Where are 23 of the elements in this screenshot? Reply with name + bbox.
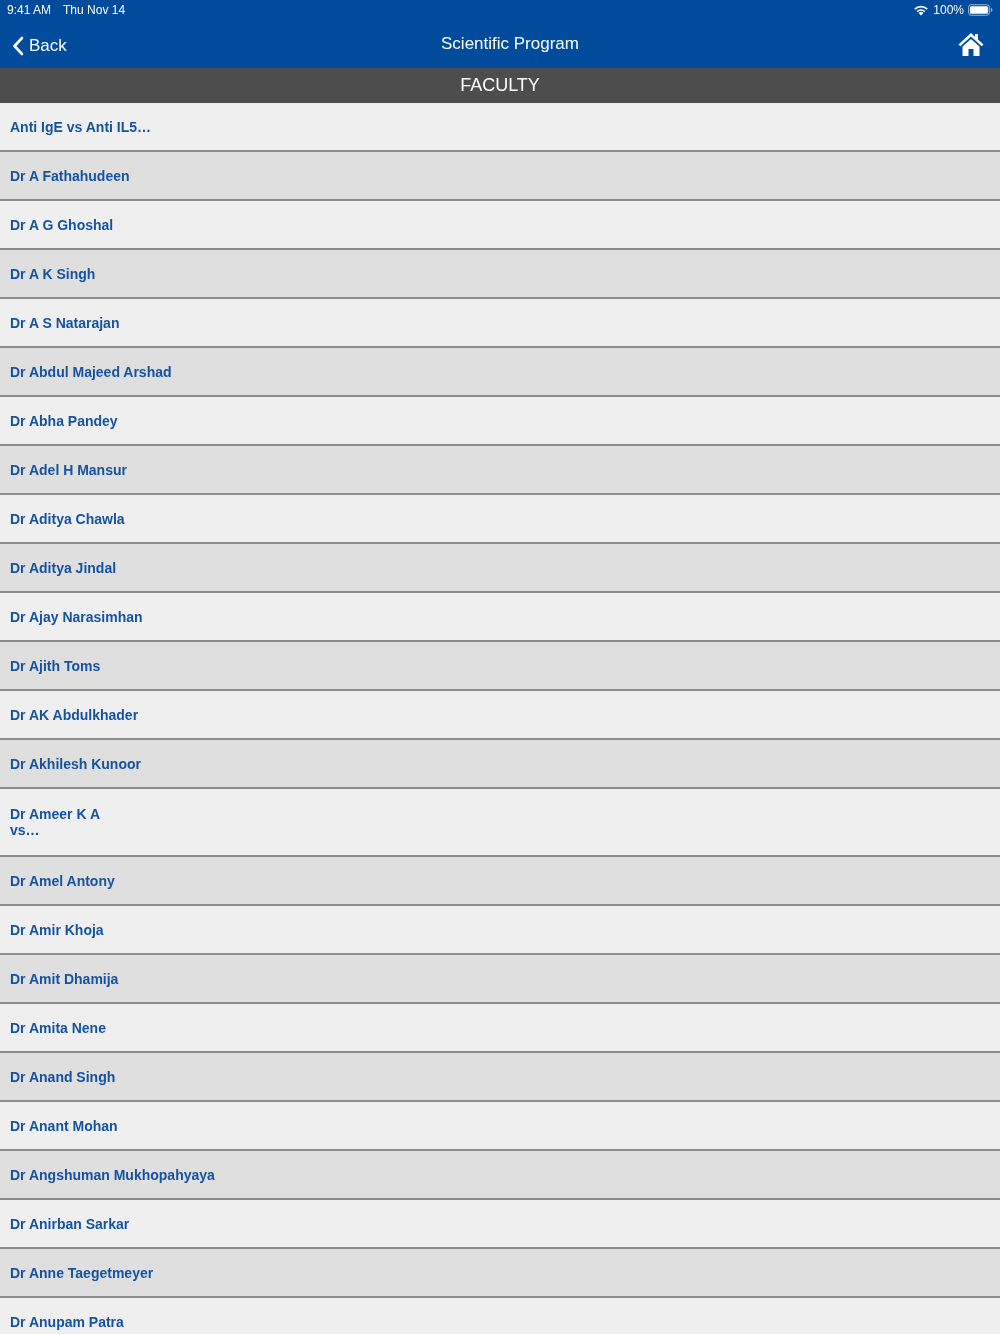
battery-icon [968, 4, 993, 16]
section-title: FACULTY [460, 75, 540, 96]
faculty-list-item[interactable]: Dr Anand Singh [0, 1053, 1000, 1102]
faculty-list-item[interactable]: Dr Anne Taegetmeyer [0, 1249, 1000, 1298]
back-button[interactable]: Back [12, 36, 67, 56]
battery-percent: 100% [933, 3, 964, 17]
status-time: 9:41 AM [7, 3, 52, 17]
status-date: Thu Nov 14 [63, 3, 126, 17]
wifi-icon [913, 4, 930, 16]
faculty-list-item[interactable]: Dr Angshuman Mukhopahyaya [0, 1151, 1000, 1200]
faculty-list-item[interactable]: Dr Ajith Toms [0, 642, 1000, 691]
home-icon [958, 32, 984, 56]
screen-title: Scientific Program [441, 34, 579, 54]
home-button[interactable] [958, 32, 984, 56]
faculty-list-item[interactable]: Dr Amit Dhamija [0, 955, 1000, 1004]
faculty-list-item[interactable]: Dr Akhilesh Kunoor [0, 740, 1000, 789]
faculty-list-item[interactable]: Dr Adel H Mansur [0, 446, 1000, 495]
faculty-list-item[interactable]: Dr Aditya Jindal [0, 544, 1000, 593]
faculty-list-item[interactable]: Dr A Fathahudeen [0, 152, 1000, 201]
chevron-left-icon [12, 36, 24, 56]
faculty-list-item[interactable]: Dr Amel Antony [0, 857, 1000, 906]
faculty-list-item[interactable]: Dr Abdul Majeed Arshad [0, 348, 1000, 397]
faculty-list-item[interactable]: Dr A K Singh [0, 250, 1000, 299]
